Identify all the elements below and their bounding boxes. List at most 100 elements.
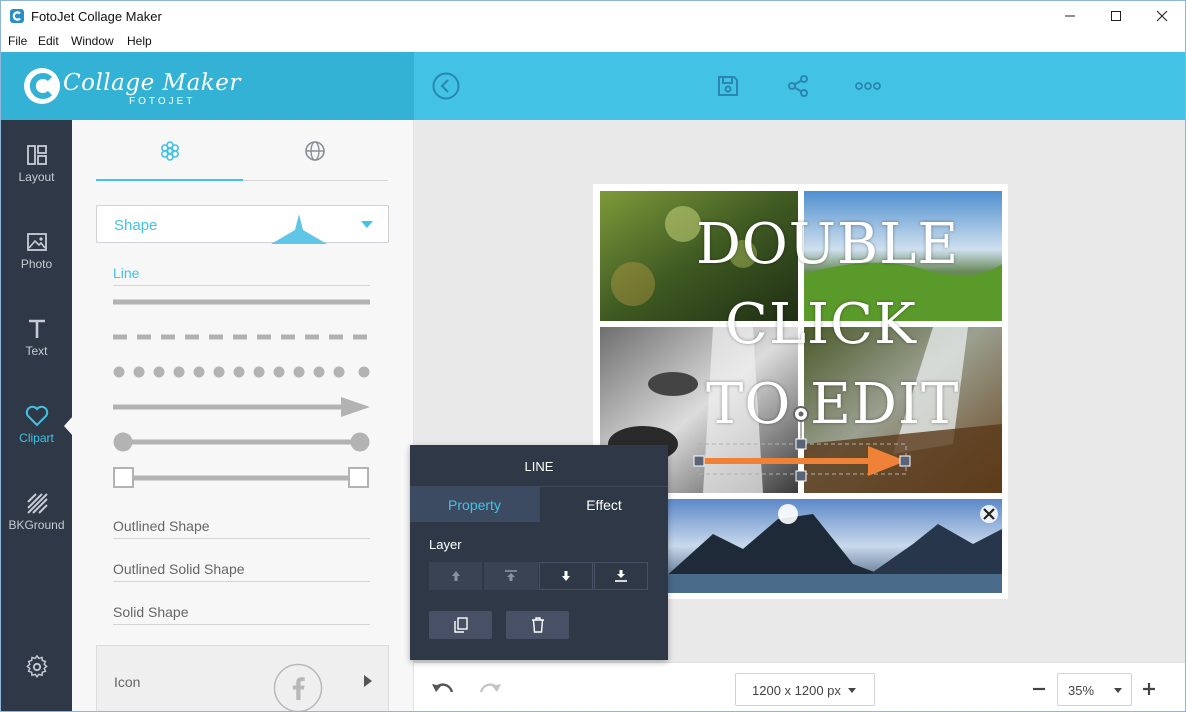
menu-window[interactable]: Window xyxy=(71,34,114,48)
share-button[interactable] xyxy=(782,70,814,102)
layer-label: Layer xyxy=(429,537,462,552)
resize-handle-left[interactable] xyxy=(693,455,705,467)
section-outlined-solid-shape[interactable]: Outlined Solid Shape xyxy=(113,561,245,577)
rail-label-layout: Layout xyxy=(18,170,55,184)
duplicate-button[interactable] xyxy=(429,611,492,639)
section-outlined-divider xyxy=(113,538,370,539)
gear-icon xyxy=(25,655,48,679)
clipart-dashed-line[interactable] xyxy=(113,325,370,349)
delete-shape-button[interactable] xyxy=(980,505,998,523)
more-button[interactable] xyxy=(852,70,884,102)
menu-edit[interactable]: Edit xyxy=(38,34,59,48)
window-title: FotoJet Collage Maker xyxy=(31,9,162,24)
collage-maker-logo-icon xyxy=(24,68,60,104)
logo-subtext: FOTOJET xyxy=(129,96,196,107)
clipart-square-end-line[interactable] xyxy=(113,466,370,490)
menu-help[interactable]: Help xyxy=(127,34,152,48)
section-line-title[interactable]: Line xyxy=(113,265,139,281)
section-outlined-shape[interactable]: Outlined Shape xyxy=(113,518,210,534)
rail-item-text[interactable]: Text xyxy=(1,318,72,388)
menu-bar: File Edit Window Help xyxy=(1,31,1185,52)
maximize-button[interactable] xyxy=(1093,1,1139,31)
arrow-down-bar-icon xyxy=(615,570,627,582)
bring-to-front-button[interactable] xyxy=(484,562,538,590)
clipart-arrow-line[interactable] xyxy=(113,395,370,419)
undo-icon[interactable] xyxy=(431,680,455,698)
settings-button[interactable] xyxy=(1,655,72,711)
tab-property-label: Property xyxy=(448,496,501,513)
icon-category-card[interactable]: Icon xyxy=(96,645,389,711)
rail-label-bkground: BKGround xyxy=(8,518,65,532)
star-icon xyxy=(271,214,327,244)
back-button[interactable] xyxy=(430,70,462,102)
tab-effect[interactable]: Effect xyxy=(539,487,668,522)
canvas-size-value: 1200 x 1200 px xyxy=(752,683,841,698)
zoom-in-button[interactable] xyxy=(1142,682,1156,696)
back-icon xyxy=(432,72,460,100)
section-outlined-solid-divider xyxy=(113,581,370,582)
logo-text: Collage Maker xyxy=(63,70,241,96)
arrow-down-icon xyxy=(562,571,570,581)
save-button[interactable] xyxy=(712,70,744,102)
clipart-panel: Shape Line Outlined Shape Outlined Solid… xyxy=(72,120,414,711)
rail-item-layout[interactable]: Layout xyxy=(1,144,72,214)
tab-property[interactable]: Property xyxy=(410,487,539,522)
canvas-size-select[interactable]: 1200 x 1200 px xyxy=(735,673,875,706)
send-to-back-button[interactable] xyxy=(594,562,648,590)
chevron-down-icon xyxy=(848,688,856,693)
more-icon xyxy=(855,82,881,90)
section-solid-divider xyxy=(113,624,370,625)
clipart-circle-end-line[interactable] xyxy=(113,430,370,454)
chevron-down-icon xyxy=(361,221,373,228)
zoom-out-button[interactable] xyxy=(1032,683,1046,695)
rail-label-clipart: Clipart xyxy=(19,431,54,445)
zoom-select[interactable]: 35% xyxy=(1057,673,1132,706)
tab-local-clipart[interactable] xyxy=(96,140,243,180)
menu-file[interactable]: File xyxy=(8,34,27,48)
share-icon xyxy=(788,75,808,97)
minimize-icon xyxy=(1065,15,1075,17)
send-backward-button[interactable] xyxy=(539,562,593,590)
save-icon xyxy=(718,76,738,96)
close-icon xyxy=(1156,10,1168,22)
resize-handle-right[interactable] xyxy=(899,455,911,467)
flower-icon xyxy=(160,141,179,161)
redo-icon[interactable] xyxy=(478,680,502,698)
resize-handle-top[interactable] xyxy=(795,438,807,450)
zoom-value: 35% xyxy=(1068,683,1095,698)
maximize-icon xyxy=(1111,11,1121,21)
chevron-down-icon xyxy=(1114,688,1122,693)
clipart-solid-line[interactable] xyxy=(113,290,370,314)
rail-item-bkground[interactable]: BKGround xyxy=(1,492,72,562)
tab-active-indicator xyxy=(96,179,243,181)
section-solid-shape[interactable]: Solid Shape xyxy=(113,604,189,620)
close-button[interactable] xyxy=(1139,1,1185,31)
icon-card-label: Icon xyxy=(114,674,141,690)
trash-icon xyxy=(531,617,544,633)
arrow-up-bar-icon xyxy=(505,570,517,581)
rail-item-clipart[interactable]: Clipart xyxy=(1,405,72,475)
tool-rail: Layout Photo Text Clipart BKGround xyxy=(1,120,72,711)
chevron-right-icon xyxy=(364,675,372,687)
tab-effect-label: Effect xyxy=(586,496,622,513)
rail-active-notch xyxy=(64,416,73,436)
app-header: Collage Maker FOTOJET xyxy=(1,52,1185,120)
app-window: FotoJet Collage Maker File Edit Window H… xyxy=(0,0,1186,712)
title-bar: FotoJet Collage Maker xyxy=(1,1,1185,31)
photo-icon xyxy=(26,233,47,251)
layout-icon xyxy=(26,145,47,165)
resize-handle-bottom[interactable] xyxy=(795,470,807,482)
category-value: Shape xyxy=(114,217,158,234)
copy-icon xyxy=(453,617,468,633)
clipart-dotted-line[interactable] xyxy=(113,360,370,384)
bring-forward-button[interactable] xyxy=(429,562,483,590)
section-line-divider xyxy=(113,285,370,286)
rail-label-text: Text xyxy=(25,344,48,358)
tab-online-clipart[interactable] xyxy=(241,140,388,180)
globe-icon xyxy=(304,141,325,161)
logo-area: Collage Maker FOTOJET xyxy=(1,52,414,120)
delete-button[interactable] xyxy=(506,611,569,639)
rail-item-photo[interactable]: Photo xyxy=(1,231,72,301)
category-select[interactable]: Shape xyxy=(96,205,389,244)
minimize-button[interactable] xyxy=(1047,1,1093,31)
